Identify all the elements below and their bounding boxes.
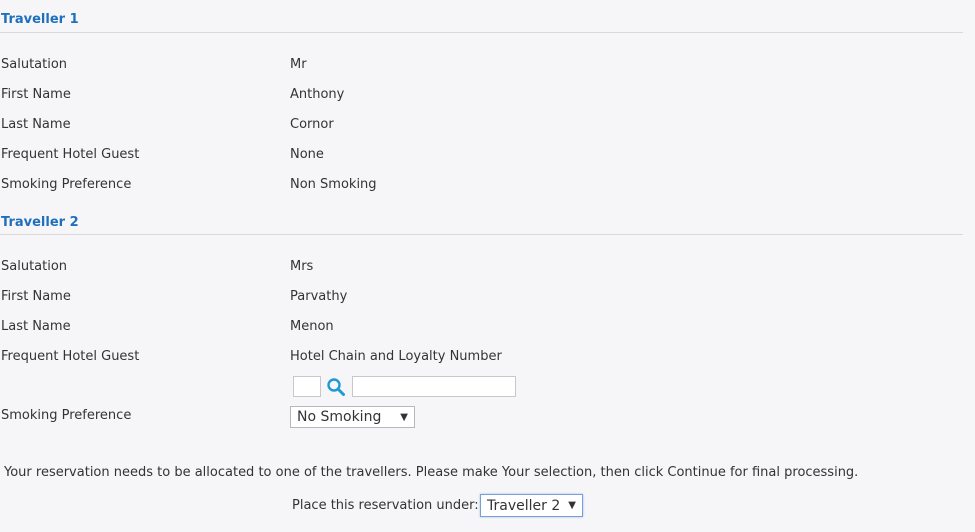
- place-reservation-value: Traveller 2: [487, 497, 561, 514]
- salutation-label: Salutation: [1, 259, 68, 274]
- traveller-2-heading: Traveller 2: [1, 215, 79, 230]
- smoking-label: Smoking Preference: [1, 408, 132, 423]
- frequent-guest-value: Hotel Chain and Loyalty Number: [290, 349, 502, 364]
- first-name-label: First Name: [1, 289, 71, 304]
- loyalty-number-input[interactable]: [352, 376, 516, 397]
- salutation-label: Salutation: [1, 57, 68, 72]
- frequent-guest-value: None: [290, 147, 324, 162]
- smoking-label: Smoking Preference: [1, 177, 132, 192]
- smoking-value: Non Smoking: [290, 177, 377, 192]
- hotel-chain-input[interactable]: [293, 376, 321, 397]
- frequent-guest-label: Frequent Hotel Guest: [1, 349, 140, 364]
- frequent-guest-label: Frequent Hotel Guest: [1, 147, 140, 162]
- first-name-value: Parvathy: [290, 289, 348, 304]
- allocation-message: Your reservation needs to be allocated t…: [4, 465, 859, 480]
- last-name-label: Last Name: [1, 117, 71, 132]
- first-name-label: First Name: [1, 87, 71, 102]
- divider: [0, 234, 963, 235]
- place-reservation-select[interactable]: Traveller 2 ▼: [480, 494, 583, 517]
- last-name-label: Last Name: [1, 319, 71, 334]
- last-name-value: Menon: [290, 319, 334, 334]
- first-name-value: Anthony: [290, 87, 345, 102]
- traveller-1-heading: Traveller 1: [1, 12, 79, 27]
- smoking-preference-select[interactable]: No Smoking ▼: [290, 406, 415, 428]
- search-icon[interactable]: [326, 377, 346, 397]
- divider: [0, 32, 963, 33]
- place-reservation-label: Place this reservation under:: [292, 498, 479, 513]
- dropdown-arrow-icon: ▼: [568, 500, 576, 511]
- last-name-value: Cornor: [290, 117, 334, 132]
- dropdown-arrow-icon: ▼: [400, 411, 408, 423]
- smoking-preference-value: No Smoking: [297, 409, 382, 425]
- salutation-value: Mrs: [290, 259, 314, 274]
- salutation-value: Mr: [290, 57, 307, 72]
